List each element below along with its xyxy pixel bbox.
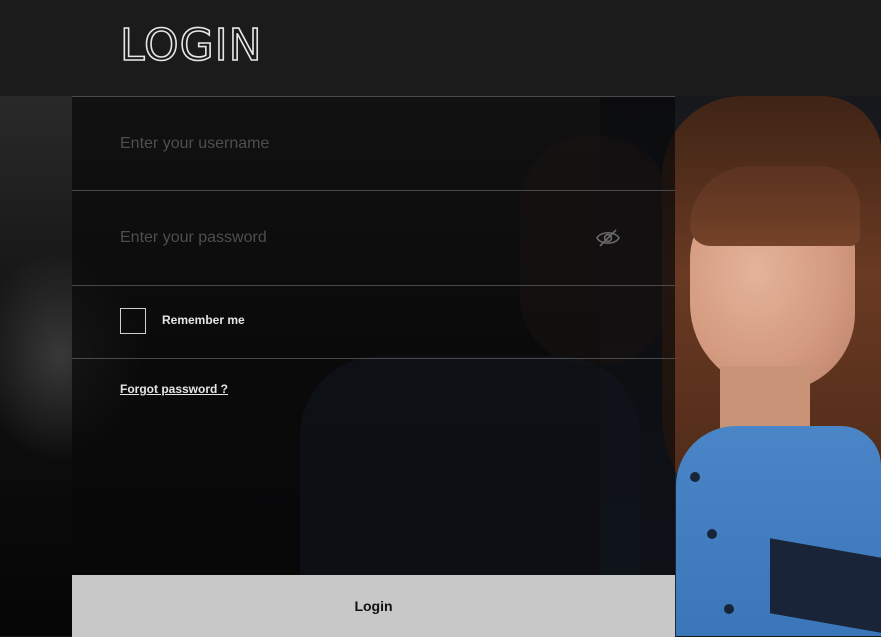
remember-me-checkbox[interactable] bbox=[120, 308, 146, 334]
eye-slash-icon[interactable] bbox=[595, 228, 621, 248]
shirt-button bbox=[690, 472, 700, 482]
shirt-button bbox=[724, 604, 734, 614]
bangs bbox=[690, 166, 860, 246]
username-input[interactable] bbox=[120, 97, 580, 190]
login-form: Remember me Forgot password ? Login bbox=[72, 96, 675, 637]
password-input[interactable] bbox=[120, 191, 580, 285]
shirt-button bbox=[707, 529, 717, 539]
remember-me-row: Remember me bbox=[72, 286, 675, 359]
username-row bbox=[72, 97, 675, 191]
header: LOGIN bbox=[0, 0, 881, 96]
page-title: LOGIN bbox=[119, 19, 263, 72]
forgot-password-link[interactable]: Forgot password ? bbox=[120, 382, 228, 396]
password-row bbox=[72, 191, 675, 286]
login-button[interactable]: Login bbox=[72, 575, 675, 637]
remember-me-label[interactable]: Remember me bbox=[162, 313, 245, 327]
